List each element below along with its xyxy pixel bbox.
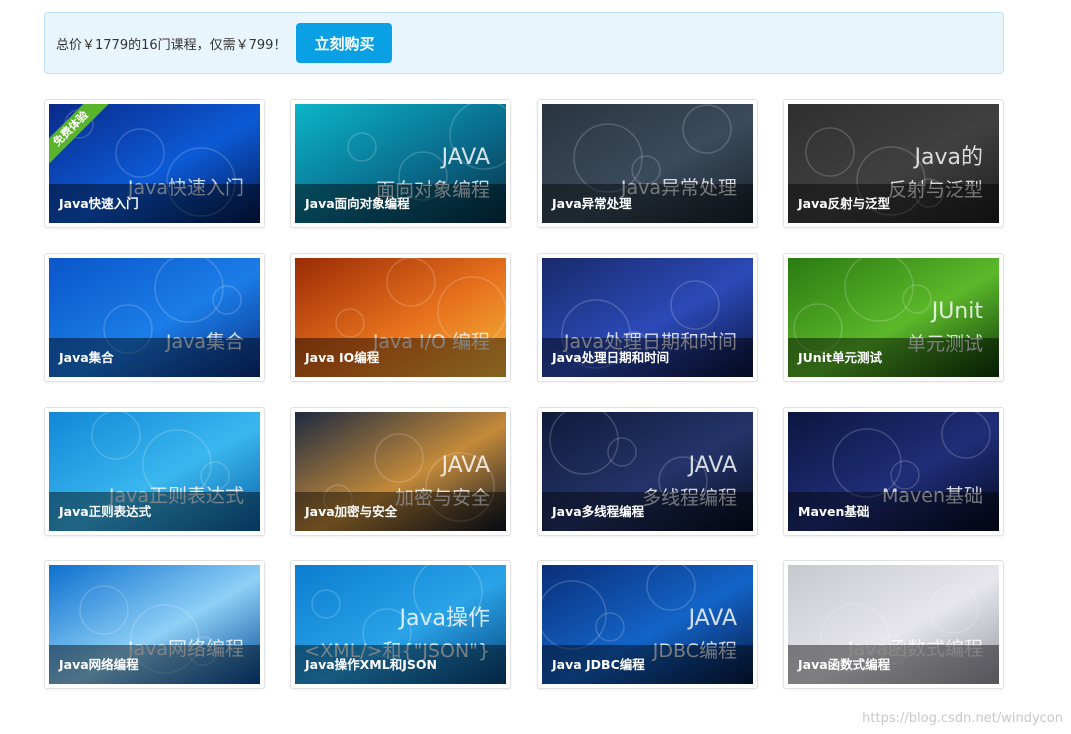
course-title: Java函数式编程 bbox=[788, 645, 999, 684]
course-card[interactable]: Java的 反射与泛型 Java反射与泛型 bbox=[783, 99, 1004, 228]
course-thumbnail: Java处理日期和时间 Java处理日期和时间 bbox=[542, 258, 753, 377]
course-title: Java JDBC编程 bbox=[542, 645, 753, 684]
course-thumbnail: JAVA 多线程编程 Java多线程编程 bbox=[542, 412, 753, 531]
course-title: Java多线程编程 bbox=[542, 492, 753, 531]
course-thumbnail: Java I/O 编程 Java IO编程 bbox=[295, 258, 506, 377]
course-card[interactable]: Maven基础 Maven基础 bbox=[783, 407, 1004, 536]
course-thumbnail: Java异常处理 Java异常处理 bbox=[542, 104, 753, 223]
course-card[interactable]: Java函数式编程 Java函数式编程 bbox=[783, 560, 1004, 689]
course-thumbnail: Maven基础 Maven基础 bbox=[788, 412, 999, 531]
course-card[interactable]: Java异常处理 Java异常处理 bbox=[537, 99, 758, 228]
course-card[interactable]: Java正则表达式 Java正则表达式 bbox=[44, 407, 265, 536]
course-title: Java IO编程 bbox=[295, 338, 506, 377]
course-card[interactable]: JAVA 面向对象编程 Java面向对象编程 bbox=[290, 99, 511, 228]
course-card[interactable]: JUnit 单元测试 JUnit单元测试 bbox=[783, 253, 1004, 382]
course-title: Maven基础 bbox=[788, 492, 999, 531]
course-card[interactable]: Java操作 <XML/>和{"JSON"} Java操作XML和JSON bbox=[290, 560, 511, 689]
course-thumbnail: Java正则表达式 Java正则表达式 bbox=[49, 412, 260, 531]
course-thumbnail: Java集合 Java集合 bbox=[49, 258, 260, 377]
course-thumbnail: Java快速入门 免费体验 Java快速入门 bbox=[49, 104, 260, 223]
course-thumbnail: Java函数式编程 Java函数式编程 bbox=[788, 565, 999, 684]
course-card[interactable]: Java快速入门 免费体验 Java快速入门 bbox=[44, 99, 265, 228]
promo-banner: 总价￥1779的16门课程，仅需￥799！ 立刻购买 bbox=[44, 12, 1004, 74]
course-card[interactable]: Java处理日期和时间 Java处理日期和时间 bbox=[537, 253, 758, 382]
course-card[interactable]: JAVA 多线程编程 Java多线程编程 bbox=[537, 407, 758, 536]
course-card[interactable]: JAVA 加密与安全 Java加密与安全 bbox=[290, 407, 511, 536]
course-thumbnail: JAVA JDBC编程 Java JDBC编程 bbox=[542, 565, 753, 684]
thumbnail-art-text: JAVA bbox=[687, 606, 737, 631]
thumbnail-art-text: Java操作 bbox=[398, 606, 490, 631]
course-card[interactable]: JAVA JDBC编程 Java JDBC编程 bbox=[537, 560, 758, 689]
course-title: Java反射与泛型 bbox=[788, 184, 999, 223]
course-thumbnail: Java操作 <XML/>和{"JSON"} Java操作XML和JSON bbox=[295, 565, 506, 684]
promo-text: 总价￥1779的16门课程，仅需￥799！ bbox=[56, 37, 287, 53]
course-card[interactable]: Java I/O 编程 Java IO编程 bbox=[290, 253, 511, 382]
thumbnail-art-text: Java的 bbox=[913, 145, 983, 170]
thumbnail-art-text: JAVA bbox=[687, 453, 737, 478]
course-title: Java快速入门 bbox=[49, 184, 260, 223]
course-thumbnail: JAVA 加密与安全 Java加密与安全 bbox=[295, 412, 506, 531]
course-title: Java操作XML和JSON bbox=[295, 645, 506, 684]
course-card[interactable]: Java集合 Java集合 bbox=[44, 253, 265, 382]
course-title: Java面向对象编程 bbox=[295, 184, 506, 223]
course-title: Java正则表达式 bbox=[49, 492, 260, 531]
course-title: Java网络编程 bbox=[49, 645, 260, 684]
course-thumbnail: JUnit 单元测试 JUnit单元测试 bbox=[788, 258, 999, 377]
thumbnail-art-text: JAVA bbox=[440, 453, 490, 478]
course-title: JUnit单元测试 bbox=[788, 338, 999, 377]
course-title: Java集合 bbox=[49, 338, 260, 377]
buy-now-button[interactable]: 立刻购买 bbox=[296, 23, 393, 63]
course-title: Java处理日期和时间 bbox=[542, 338, 753, 377]
course-thumbnail: JAVA 面向对象编程 Java面向对象编程 bbox=[295, 104, 506, 223]
course-title: Java加密与安全 bbox=[295, 492, 506, 531]
thumbnail-art-text: JAVA bbox=[440, 145, 490, 170]
course-card[interactable]: Java网络编程 Java网络编程 bbox=[44, 560, 265, 689]
thumbnail-art-text: JUnit bbox=[930, 299, 984, 324]
course-title: Java异常处理 bbox=[542, 184, 753, 223]
watermark-text: https://blog.csdn.net/windycon bbox=[862, 711, 1063, 726]
course-thumbnail: Java的 反射与泛型 Java反射与泛型 bbox=[788, 104, 999, 223]
course-thumbnail: Java网络编程 Java网络编程 bbox=[49, 565, 260, 684]
